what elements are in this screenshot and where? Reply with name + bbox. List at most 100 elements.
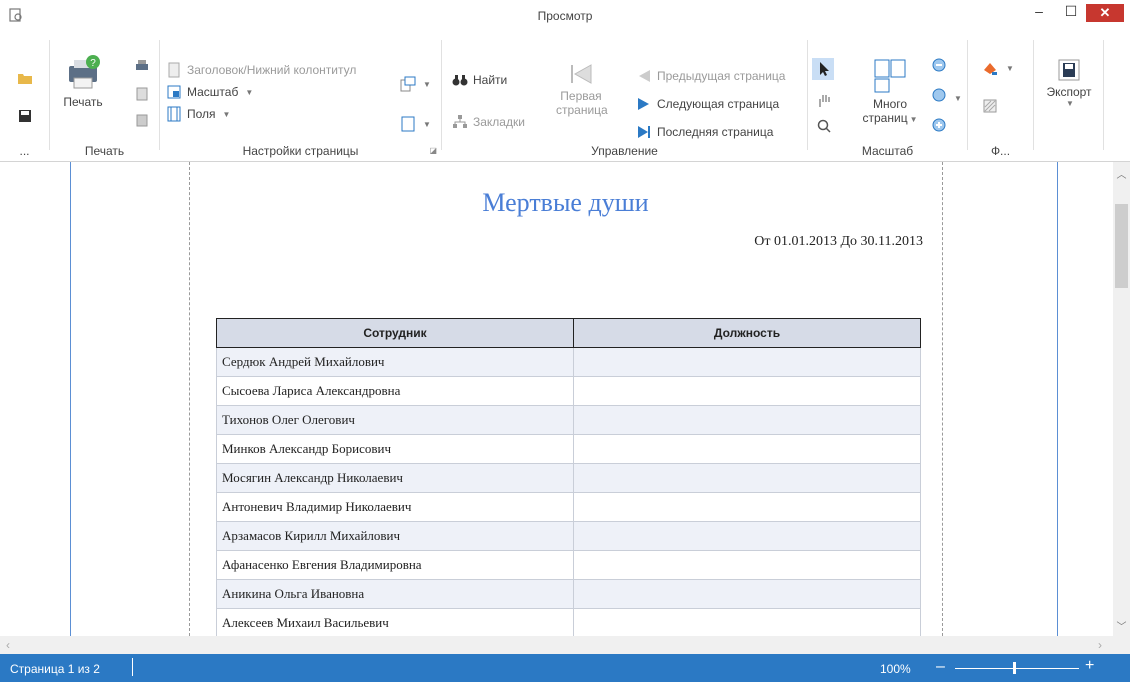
document-viewer[interactable]: Мертвые души От 01.01.2013 До 30.11.2013… (0, 162, 1113, 636)
scroll-up-icon[interactable]: ︿ (1113, 166, 1130, 181)
quick-print-icon[interactable] (134, 58, 150, 74)
save-icon[interactable] (17, 108, 33, 124)
orientation-button[interactable]: ▼ (400, 74, 431, 94)
scroll-right-icon[interactable]: › (1098, 638, 1102, 652)
table-row: Аникина Ольга Ивановна (216, 579, 921, 609)
paper-size-icon (400, 116, 416, 132)
orientation-icon (400, 76, 416, 92)
paper-size-button[interactable]: ▼ (400, 114, 431, 134)
scroll-down-icon[interactable]: ﹀ (1113, 618, 1130, 633)
first-page-button[interactable]: Первая страница (556, 62, 608, 117)
page-setup-group: Заголовок/Нижний колонтитул Масштаб ▼ По… (160, 40, 442, 158)
next-arrow-icon (636, 96, 652, 112)
magnifier-icon[interactable] (816, 118, 832, 134)
binoculars-icon (452, 72, 468, 88)
zoom-slider-thumb[interactable] (1013, 662, 1016, 674)
bookmarks-button[interactable]: Закладки (452, 112, 525, 132)
next-page-button[interactable]: Следующая страница (636, 94, 779, 114)
table-row: Арзамасов Кирилл Михайлович (216, 521, 921, 551)
chevron-down-icon[interactable]: ▼ (954, 94, 962, 103)
find-button[interactable]: Найти (452, 70, 507, 90)
position-cell (573, 579, 921, 609)
chevron-down-icon: ▼ (423, 119, 431, 129)
position-cell (573, 550, 921, 580)
position-cell (573, 608, 921, 636)
employee-cell: Арзамасов Кирилл Михайлович (216, 521, 574, 551)
zoom-group: Много страниц ▼ ▼ Масштаб (808, 40, 968, 158)
more-label[interactable]: ... (0, 144, 49, 158)
many-pages-icon (873, 59, 907, 97)
margin-guide-left (189, 162, 190, 636)
navigation-group-label: Управление (591, 144, 658, 158)
first-page-icon (567, 64, 595, 89)
zoom-icon[interactable] (932, 88, 948, 104)
table-row: Минков Александр Борисович (216, 434, 921, 464)
zoom-out-icon[interactable] (932, 58, 948, 74)
position-cell (573, 492, 921, 522)
page-border-left (70, 162, 71, 636)
zoom-out-button[interactable]: – (936, 658, 945, 676)
table-row: Афанасенко Евгения Владимировна (216, 550, 921, 580)
status-bar: Страница 1 из 2 100% – + (0, 654, 1130, 682)
zoom-in-button[interactable]: + (1085, 657, 1094, 675)
scale-label: Масштаб (187, 85, 239, 99)
ribbon: ... ? Печать Печать Заголовок/Нижний кол… (0, 32, 1130, 162)
vertical-scrollbar[interactable]: ︿ ﹀ (1113, 162, 1130, 636)
position-cell (573, 376, 921, 406)
clipboard-icon (134, 112, 150, 128)
position-cell (573, 463, 921, 493)
table-row: Алексеев Михаил Васильевич (216, 608, 921, 636)
chevron-down-icon[interactable]: ▼ (1006, 64, 1014, 73)
export-group: Экспорт ▼ (1034, 40, 1104, 150)
zoom-group-label: Масштаб (861, 144, 914, 158)
close-button[interactable]: ✕ (1086, 4, 1124, 22)
dialog-launcher-icon[interactable]: ◪ (429, 146, 437, 155)
svg-text:?: ? (90, 58, 96, 69)
page-color-icon[interactable] (982, 60, 998, 76)
watermark-icon[interactable] (982, 98, 998, 114)
employee-cell: Тихонов Олег Олегович (216, 405, 574, 435)
many-pages-button[interactable]: Много страниц ▼ (860, 58, 920, 125)
print-label: Печать (63, 95, 103, 109)
table-header-row: Сотрудник Должность (216, 318, 921, 348)
horizontal-scrollbar[interactable]: ‹ › (0, 636, 1113, 654)
status-divider (132, 658, 133, 676)
export-icon (1057, 59, 1081, 85)
first-page-label-1: Первая (560, 89, 602, 103)
column-header-employee: Сотрудник (216, 318, 574, 348)
page-border-right (1057, 162, 1058, 636)
file-group: ... (0, 40, 50, 158)
last-page-button[interactable]: Последняя страница (636, 122, 773, 142)
first-page-label-2: страница (556, 103, 608, 117)
export-button[interactable]: Экспорт ▼ (1040, 58, 1098, 108)
last-page-label: Последняя страница (657, 125, 774, 139)
page-indicator: Страница 1 из 2 (10, 662, 100, 676)
page-setup-group-label: Настройки страницы (242, 144, 359, 158)
prev-page-button[interactable]: Предыдущая страница (636, 66, 785, 86)
open-folder-icon[interactable] (17, 70, 33, 86)
bookmarks-label: Закладки (473, 115, 525, 129)
scroll-thumb[interactable] (1115, 204, 1128, 288)
maximize-button[interactable]: ☐ (1054, 0, 1088, 22)
format-group: ▼ Ф... (968, 40, 1034, 158)
prev-page-label: Предыдущая страница (657, 69, 786, 83)
margins-button[interactable]: Поля ▼ (166, 104, 230, 124)
chevron-down-icon: ▼ (909, 115, 918, 124)
print-group: ? Печать Печать (50, 40, 160, 158)
position-cell (573, 347, 921, 377)
pointer-icon[interactable] (812, 58, 834, 80)
zoom-slider[interactable] (955, 668, 1079, 669)
scale-button[interactable]: Масштаб ▼ (166, 82, 253, 102)
format-group-label: Ф... (990, 144, 1011, 158)
header-footer-button[interactable]: Заголовок/Нижний колонтитул (166, 60, 356, 80)
minimize-button[interactable]: – (1022, 0, 1056, 22)
hand-icon[interactable] (816, 92, 832, 108)
print-button[interactable]: ? Печать (58, 52, 108, 109)
zoom-in-icon[interactable] (932, 118, 948, 134)
chevron-down-icon: ▼ (423, 79, 431, 89)
scroll-left-icon[interactable]: ‹ (6, 638, 10, 652)
scale-icon (166, 84, 182, 100)
export-label: Экспорт (1046, 85, 1092, 99)
prev-arrow-icon (636, 68, 652, 84)
table-row: Сысоева Лариса Александровна (216, 376, 921, 406)
